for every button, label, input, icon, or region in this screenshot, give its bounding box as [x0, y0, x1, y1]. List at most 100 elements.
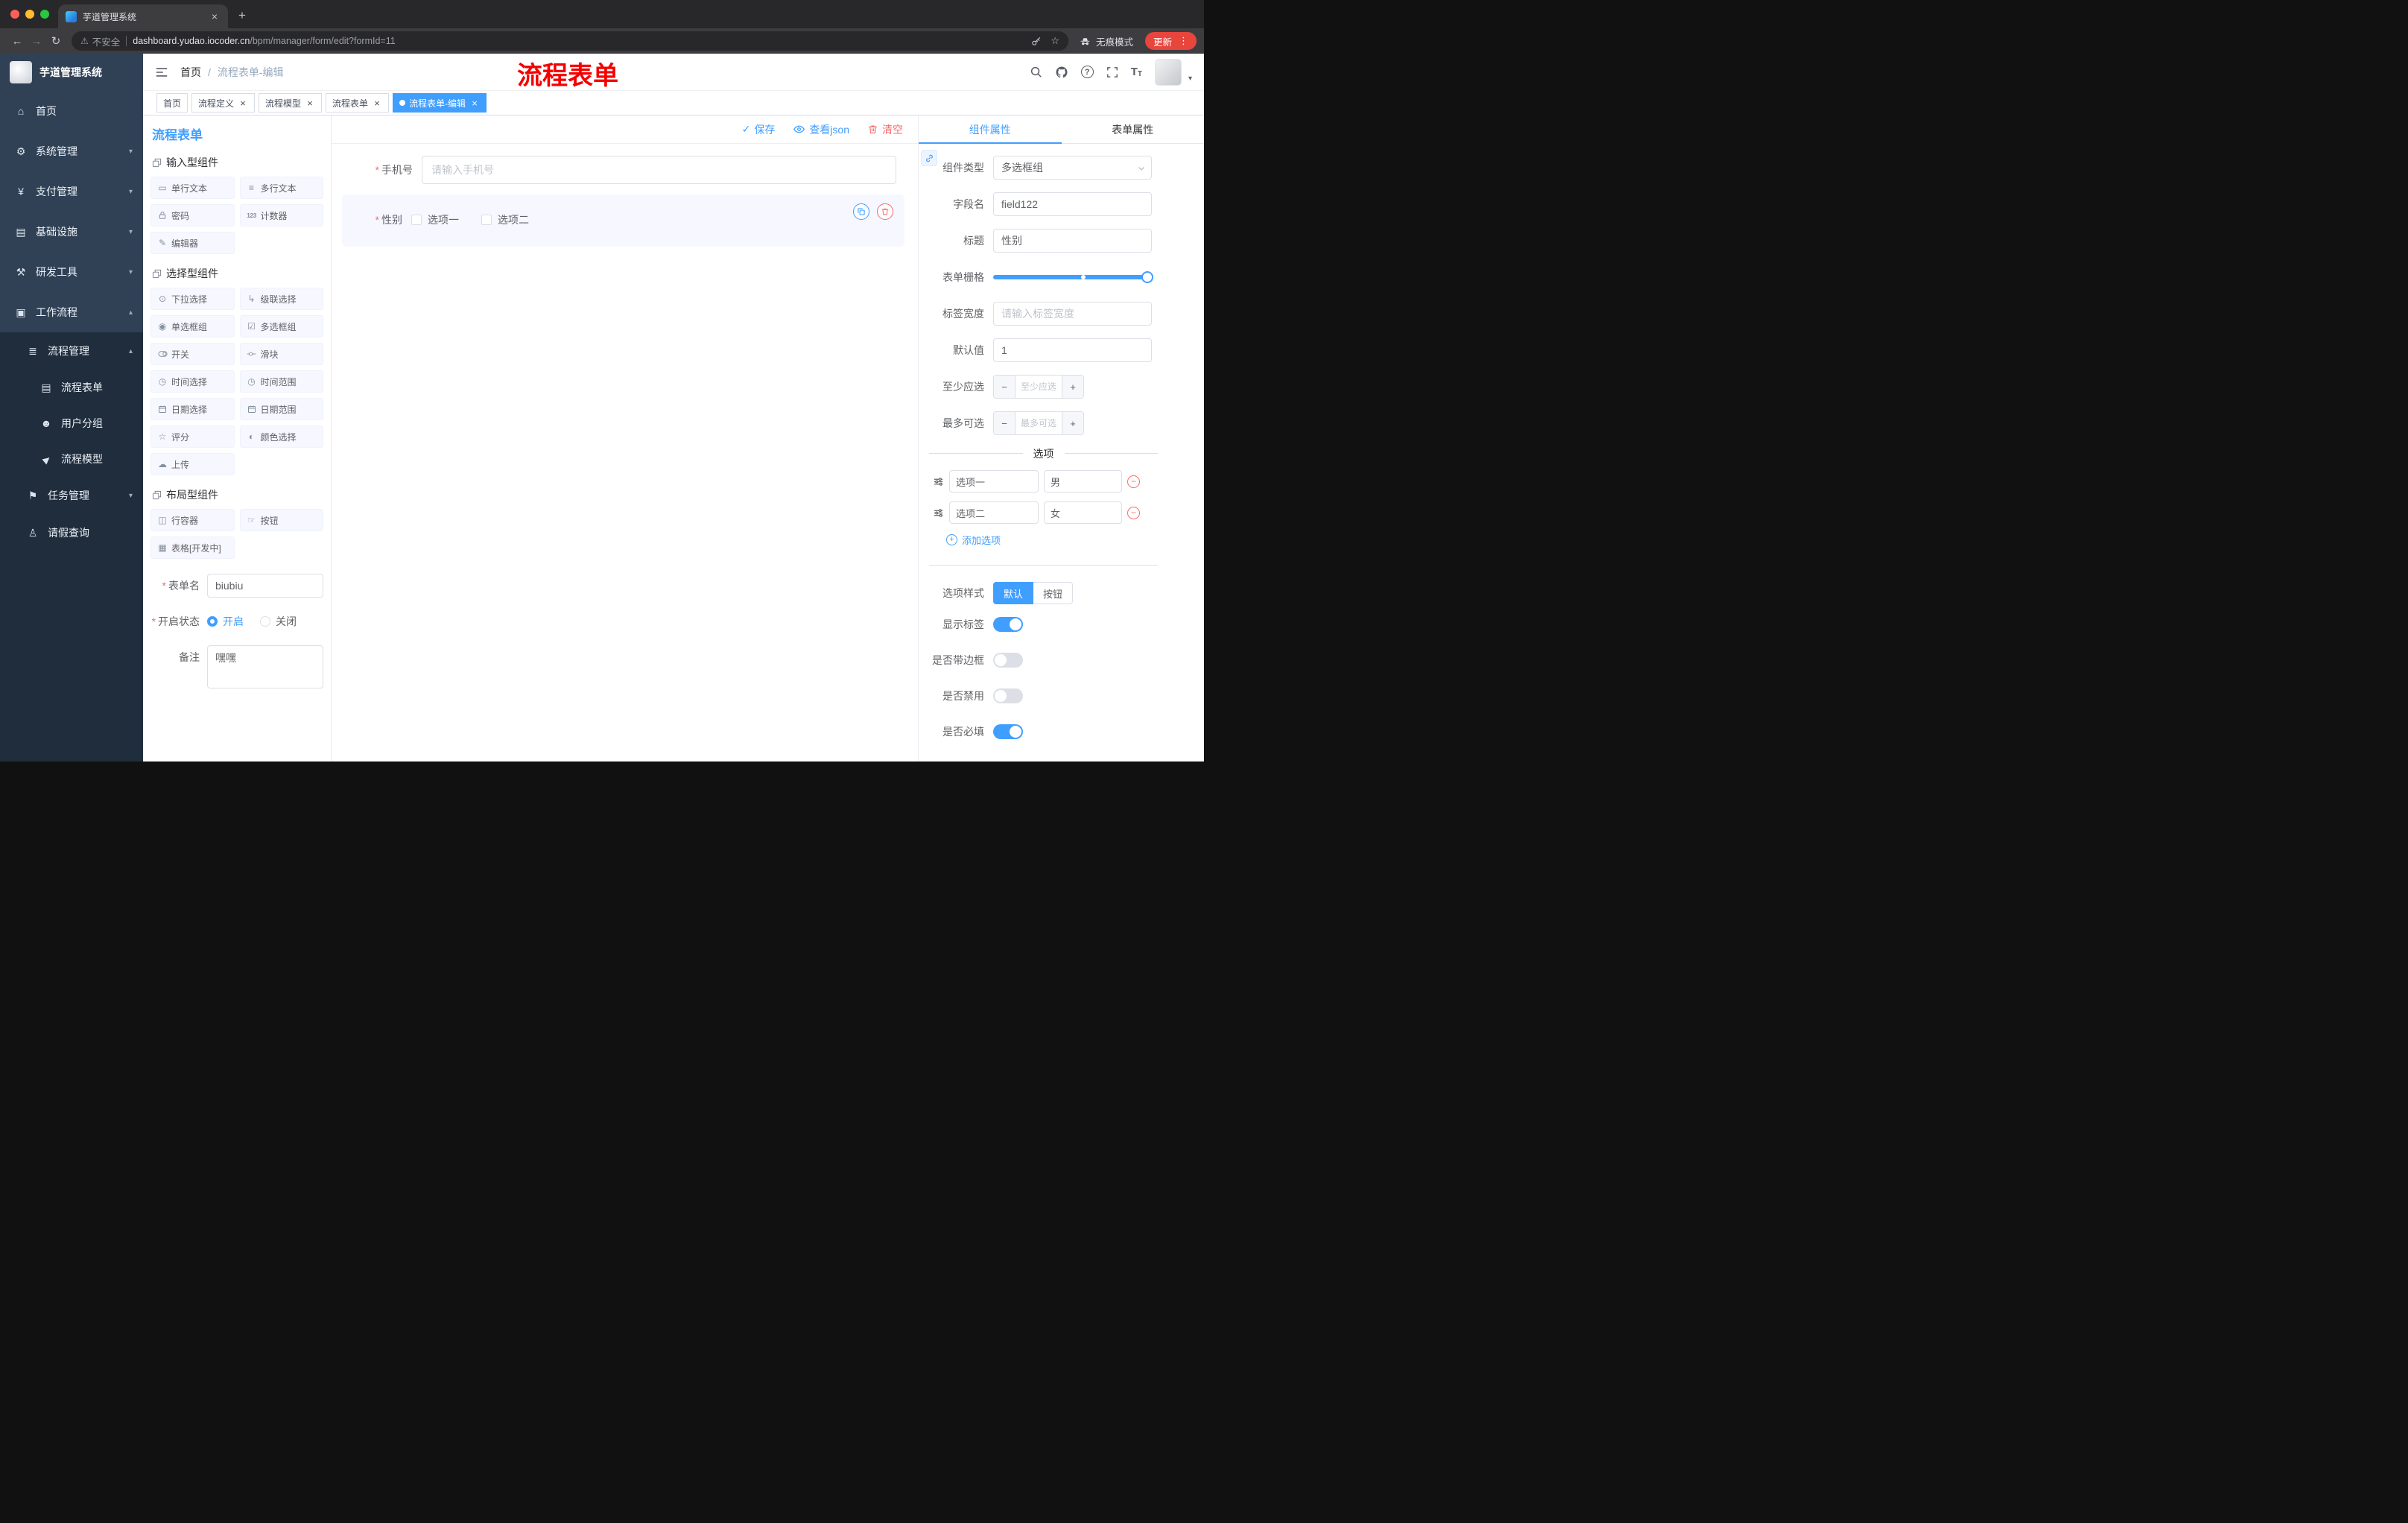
copy-widget-button[interactable]: [853, 203, 869, 220]
close-tag-icon[interactable]: ×: [372, 98, 382, 109]
checkbox-option-2[interactable]: 选项二: [481, 212, 529, 227]
tab-component-props[interactable]: 组件属性: [919, 115, 1062, 144]
browser-update-button[interactable]: 更新 ⋮: [1144, 32, 1197, 50]
palette-item-checkbox-group[interactable]: 多选框组: [239, 315, 323, 338]
address-bar[interactable]: ⚠ 不安全 dashboard.yudao.iocoder.cn/bpm/man…: [72, 31, 1068, 51]
close-tag-icon[interactable]: ×: [305, 98, 315, 109]
sidebar-item-dev-tools[interactable]: 研发工具 ▾: [0, 252, 143, 292]
save-button[interactable]: ✓ 保存: [742, 122, 776, 137]
increase-button[interactable]: +: [1062, 376, 1083, 398]
palette-item-table[interactable]: 表格[开发中]: [150, 536, 235, 559]
option-value-input[interactable]: [1044, 470, 1122, 493]
palette-item-switch[interactable]: 开关: [150, 343, 235, 365]
drag-handle-icon[interactable]: [933, 476, 944, 487]
font-size-icon[interactable]: TT: [1131, 66, 1142, 78]
avatar-caret-icon[interactable]: ▾: [1188, 75, 1192, 86]
palette-item-date-range[interactable]: 日期范围: [239, 398, 323, 420]
drag-handle-icon[interactable]: [933, 507, 944, 519]
tag-process-definition[interactable]: 流程定义 ×: [191, 93, 256, 113]
avatar[interactable]: [1154, 58, 1182, 86]
checkbox-option-1[interactable]: 选项一: [411, 212, 459, 227]
bookmark-star-icon[interactable]: ☆: [1051, 35, 1059, 47]
search-icon[interactable]: [1030, 66, 1042, 78]
option-style-default-button[interactable]: 默认: [993, 582, 1034, 604]
field-name-input[interactable]: [993, 192, 1152, 216]
component-type-select[interactable]: 多选框组: [993, 156, 1152, 180]
max-select-input[interactable]: [1016, 412, 1062, 434]
status-on-radio[interactable]: 开启: [207, 614, 244, 629]
password-key-icon[interactable]: [1030, 36, 1042, 47]
palette-item-color-picker[interactable]: 颜色选择: [239, 425, 323, 448]
palette-item-rate[interactable]: 评分: [150, 425, 235, 448]
sidebar-item-payment[interactable]: 支付管理 ▾: [0, 171, 143, 212]
palette-item-radio-group[interactable]: 单选框组: [150, 315, 235, 338]
clear-button[interactable]: 清空: [867, 122, 903, 137]
palette-item-password[interactable]: 密码: [150, 204, 235, 227]
breadcrumb-home[interactable]: 首页: [180, 65, 201, 80]
github-icon[interactable]: [1055, 66, 1068, 79]
add-option-button[interactable]: + 添加选项: [946, 533, 1204, 547]
status-off-radio[interactable]: 关闭: [260, 614, 297, 629]
sidebar-item-leave-query[interactable]: 请假查询: [0, 514, 143, 551]
title-input[interactable]: [993, 229, 1152, 253]
remove-option-button[interactable]: −: [1127, 475, 1140, 488]
palette-item-button[interactable]: 按钮: [239, 509, 323, 531]
palette-item-upload[interactable]: 上传: [150, 453, 235, 475]
sidebar-item-user-group[interactable]: 用户分组: [0, 405, 143, 441]
tag-process-model[interactable]: 流程模型 ×: [259, 93, 323, 113]
show-label-switch[interactable]: [993, 617, 1023, 632]
close-tag-icon[interactable]: ×: [469, 98, 480, 109]
form-name-input[interactable]: [207, 574, 323, 598]
increase-button[interactable]: +: [1062, 412, 1083, 434]
decrease-button[interactable]: −: [994, 376, 1016, 398]
palette-item-date-picker[interactable]: 日期选择: [150, 398, 235, 420]
minimize-window-button[interactable]: [25, 10, 34, 19]
sidebar-item-process-manage[interactable]: 流程管理 ▴: [0, 332, 143, 370]
help-icon[interactable]: ?: [1080, 66, 1094, 78]
collapse-sidebar-icon[interactable]: [155, 66, 168, 79]
palette-item-cascader[interactable]: 级联选择: [239, 288, 323, 310]
reload-button[interactable]: ↻: [46, 34, 66, 48]
tag-process-form-edit[interactable]: 流程表单-编辑 ×: [393, 93, 487, 113]
palette-item-slider[interactable]: 滑块: [239, 343, 323, 365]
min-select-input[interactable]: [1016, 376, 1062, 398]
remove-option-button[interactable]: −: [1127, 506, 1140, 519]
palette-item-time-range[interactable]: 时间范围: [239, 370, 323, 393]
forward-button[interactable]: →: [27, 35, 46, 48]
palette-item-time-picker[interactable]: 时间选择: [150, 370, 235, 393]
option-label-input[interactable]: [949, 470, 1039, 493]
sidebar-item-task-manage[interactable]: 任务管理 ▾: [0, 477, 143, 514]
phone-field-row[interactable]: * 手机号: [342, 156, 904, 184]
delete-widget-button[interactable]: [877, 203, 893, 220]
sidebar-item-infrastructure[interactable]: 基础设施 ▾: [0, 212, 143, 252]
phone-input[interactable]: [422, 156, 896, 184]
sidebar-item-process-form[interactable]: 流程表单: [0, 370, 143, 405]
link-icon[interactable]: [921, 150, 937, 166]
tab-form-props[interactable]: 表单属性: [1062, 115, 1205, 143]
palette-item-editor[interactable]: 编辑器: [150, 232, 235, 254]
browser-tab[interactable]: 芋道管理系统 ×: [58, 4, 228, 28]
palette-item-select[interactable]: 下拉选择: [150, 288, 235, 310]
option-value-input[interactable]: [1044, 501, 1122, 524]
palette-item-row-container[interactable]: 行容器: [150, 509, 235, 531]
sidebar-item-process-model[interactable]: 流程模型: [0, 441, 143, 477]
back-button[interactable]: ←: [7, 35, 27, 48]
close-tag-icon[interactable]: ×: [238, 98, 248, 109]
slider-handle[interactable]: [1141, 271, 1153, 283]
required-switch[interactable]: [993, 724, 1023, 739]
option-style-button-button[interactable]: 按钮: [1033, 582, 1074, 604]
disabled-switch[interactable]: [993, 688, 1023, 703]
close-tab-icon[interactable]: ×: [209, 10, 221, 22]
sidebar-item-system[interactable]: 系统管理 ▾: [0, 131, 143, 171]
close-window-button[interactable]: [10, 10, 19, 19]
tag-process-form[interactable]: 流程表单 ×: [326, 93, 390, 113]
sidebar-item-home[interactable]: 首页: [0, 91, 143, 131]
label-width-input[interactable]: [993, 302, 1152, 326]
palette-item-input-text[interactable]: 单行文本: [150, 177, 235, 199]
grid-slider[interactable]: [993, 265, 1153, 289]
decrease-button[interactable]: −: [994, 412, 1016, 434]
sidebar-item-workflow[interactable]: 工作流程 ▴: [0, 292, 143, 332]
fullscreen-icon[interactable]: [1106, 66, 1118, 78]
border-switch[interactable]: [993, 653, 1023, 668]
remark-textarea[interactable]: 嘿嘿: [207, 645, 323, 688]
